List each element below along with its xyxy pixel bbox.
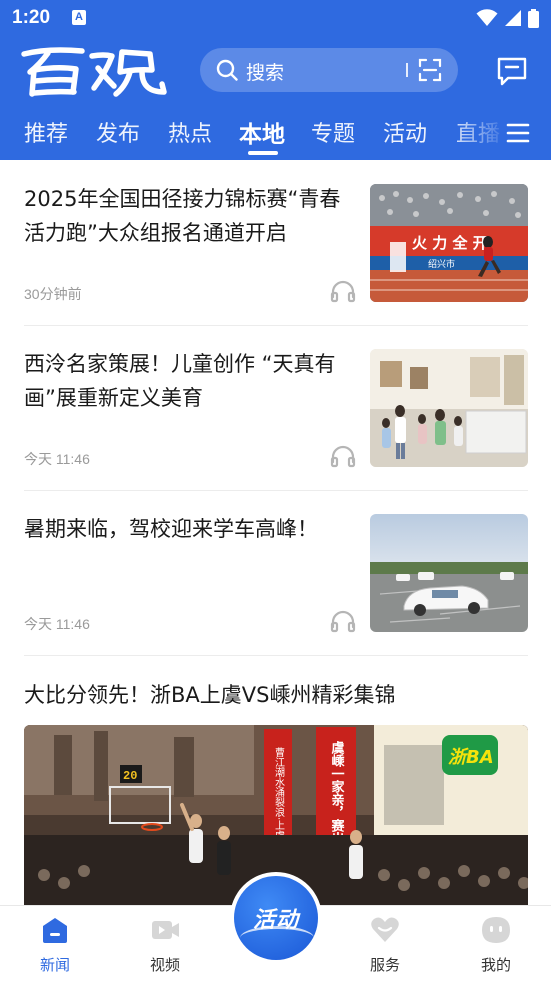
nav-video[interactable]: 视频	[130, 914, 200, 975]
tab-topics[interactable]: 专题	[311, 116, 355, 148]
news-feed: 2025年全国田径接力锦标赛“青春活力跑”大众组报名通道开启 30分钟前 火 力…	[0, 160, 551, 905]
news-icon	[43, 918, 67, 943]
battery-icon	[528, 8, 539, 28]
news-time: 今天 11:46	[24, 616, 90, 632]
search-bar[interactable]: 搜索	[200, 48, 458, 92]
nav-video-label: 视频	[149, 956, 180, 974]
headphones-icon[interactable]	[330, 444, 356, 468]
nav-services[interactable]: 服务	[350, 914, 420, 975]
bottom-navigation: 新闻 视频 活动 服务 我的	[0, 872, 551, 981]
headphones-icon[interactable]	[330, 609, 356, 633]
search-divider	[406, 63, 408, 77]
zhe-ba-logo: 浙BA	[448, 747, 494, 768]
thumb-banner-text: 火 力 全 开	[412, 234, 488, 252]
news-title: 暑期来临，驾校迎来学车高峰！	[24, 517, 318, 541]
divider	[24, 325, 528, 326]
scan-icon[interactable]	[418, 58, 442, 82]
nav-profile-label: 我的	[480, 956, 511, 974]
app-logo: 百观	[18, 42, 167, 97]
video-icon	[152, 921, 179, 939]
featured-title: 大比分领先！浙BA上虞VS嵊州精彩集锦	[24, 683, 396, 707]
events-center-button[interactable]: 活动	[230, 872, 322, 964]
news-time: 今天 11:46	[24, 451, 90, 467]
tab-recommend[interactable]: 推荐	[24, 116, 68, 148]
search-placeholder: 搜索	[246, 62, 285, 84]
message-icon[interactable]	[496, 56, 528, 86]
nav-services-label: 服务	[369, 956, 400, 974]
tab-publish[interactable]: 发布	[96, 116, 140, 148]
status-bar: 1:20 A	[0, 0, 551, 36]
news-title: 西泠名家策展！儿童创作 “天真有画”展重新定义美育	[24, 352, 336, 410]
status-time: 1:20	[12, 7, 51, 28]
search-icon	[216, 59, 238, 81]
news-title: 2025年全国田径接力锦标赛“青春活力跑”大众组报名通道开启	[24, 187, 341, 245]
tab-hot[interactable]: 热点	[168, 116, 212, 148]
news-thumbnail: 火 力 全 开 绍兴市	[370, 184, 528, 302]
headphones-icon[interactable]	[330, 279, 356, 303]
signal-icon	[505, 10, 521, 26]
thumb-sub-text: 绍兴市	[428, 258, 455, 270]
logo-text: 百观	[18, 42, 20, 43]
tab-events[interactable]: 活动	[383, 116, 427, 148]
divider	[24, 490, 528, 491]
news-thumbnail	[370, 514, 528, 632]
events-center-circle: 活动	[234, 876, 318, 960]
nav-news[interactable]: 新闻	[20, 914, 90, 975]
status-icons	[476, 8, 539, 28]
channel-menu-icon[interactable]	[506, 122, 530, 144]
divider	[24, 655, 528, 656]
tab-local[interactable]: 本地	[239, 115, 285, 149]
profile-icon	[482, 917, 510, 943]
nav-news-label: 新闻	[39, 956, 70, 974]
notification-icon: A	[72, 10, 86, 25]
active-tab-indicator	[248, 151, 278, 155]
channel-tabs: 推荐 发布 热点 本地 专题 活动 直播	[0, 110, 551, 158]
news-thumbnail	[370, 349, 528, 467]
scoreboard: 20	[123, 769, 137, 783]
wifi-icon	[476, 9, 498, 26]
nav-profile[interactable]: 我的	[461, 914, 531, 975]
tabs-fade	[448, 110, 508, 158]
news-time: 30分钟前	[24, 286, 82, 302]
events-center-label: 活动	[252, 908, 299, 933]
heart-icon	[371, 917, 399, 942]
app-header: 1:20 A 百观 搜索 推荐 发布 热点 本地 专题 活动	[0, 0, 551, 160]
